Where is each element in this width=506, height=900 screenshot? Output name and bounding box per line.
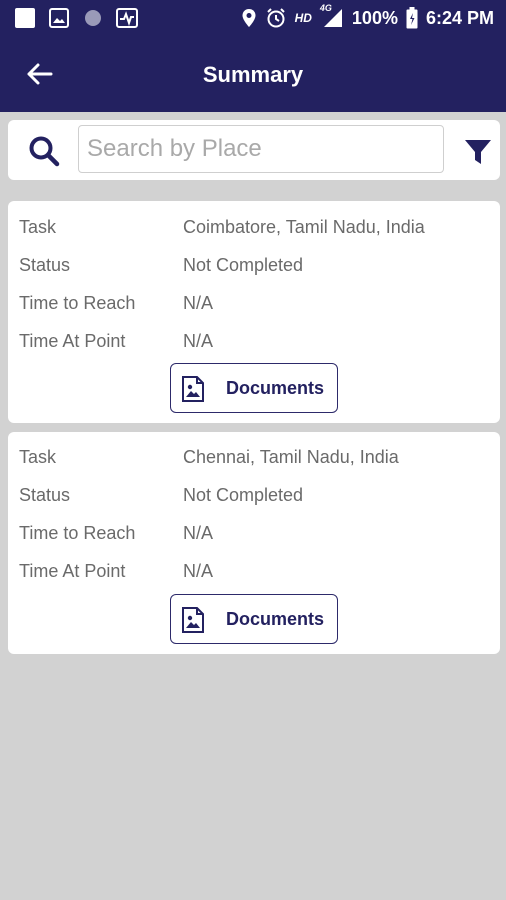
system-status: HD 4G 100% 6:24 PM <box>241 3 494 29</box>
task-label: Task <box>19 447 57 467</box>
task-value: Coimbatore, Tamil Nadu, India <box>183 217 425 237</box>
time-at-point-label: Time At Point <box>19 331 126 351</box>
task-row: Task Chennai, Tamil Nadu, India <box>8 447 500 477</box>
alarm-icon <box>266 8 285 28</box>
time-at-point-label: Time At Point <box>19 561 126 581</box>
task-card: Task Chennai, Tamil Nadu, India Status N… <box>8 432 500 654</box>
time-to-reach-row: Time to Reach N/A <box>8 293 500 323</box>
activity-icon <box>116 8 138 28</box>
time-to-reach-row: Time to Reach N/A <box>8 523 500 553</box>
time-at-point-row: Time At Point N/A <box>8 331 500 361</box>
time-to-reach-label: Time to Reach <box>19 523 136 543</box>
search-input[interactable] <box>78 125 444 173</box>
status-bar: HD 4G 100% 6:24 PM <box>0 0 506 36</box>
status-label: Status <box>19 485 71 505</box>
app-bar: Summary <box>0 36 506 112</box>
search-bar <box>8 120 500 180</box>
task-card: Task Coimbatore, Tamil Nadu, India Statu… <box>8 201 500 423</box>
search-icon[interactable] <box>28 135 60 167</box>
status-label: Status <box>19 255 71 275</box>
time-to-reach-value: N/A <box>183 523 214 543</box>
documents-button[interactable]: Documents <box>170 363 338 413</box>
time-at-point-row: Time At Point N/A <box>8 561 500 591</box>
status-row: Status Not Completed <box>8 255 500 285</box>
time-to-reach-label: Time to Reach <box>19 293 136 313</box>
document-image-icon <box>182 607 204 633</box>
task-row: Task Coimbatore, Tamil Nadu, India <box>8 217 500 247</box>
documents-label: Documents <box>226 609 325 629</box>
status-value: Not Completed <box>183 255 304 275</box>
location-icon <box>242 9 256 27</box>
clock: 6:24 PM <box>425 7 494 28</box>
document-image-icon <box>182 376 204 402</box>
documents-label: Documents <box>226 378 325 398</box>
battery-icon <box>406 7 418 29</box>
page-title: Summary <box>202 62 304 87</box>
hd-indicator: HD <box>294 11 312 25</box>
image-icon <box>49 8 69 28</box>
time-at-point-value: N/A <box>183 561 214 581</box>
time-at-point-value: N/A <box>183 331 214 351</box>
battery-percent: 100% <box>351 7 398 28</box>
task-label: Task <box>19 217 57 237</box>
status-value: Not Completed <box>183 485 304 505</box>
notification-icon <box>15 8 35 28</box>
circle-icon <box>85 10 101 26</box>
task-value: Chennai, Tamil Nadu, India <box>183 447 399 467</box>
signal-icon: 4G <box>320 3 344 29</box>
documents-button[interactable]: Documents <box>170 594 338 644</box>
notification-icons <box>14 7 138 29</box>
status-row: Status Not Completed <box>8 485 500 515</box>
time-to-reach-value: N/A <box>183 293 214 313</box>
filter-icon[interactable] <box>464 138 492 166</box>
